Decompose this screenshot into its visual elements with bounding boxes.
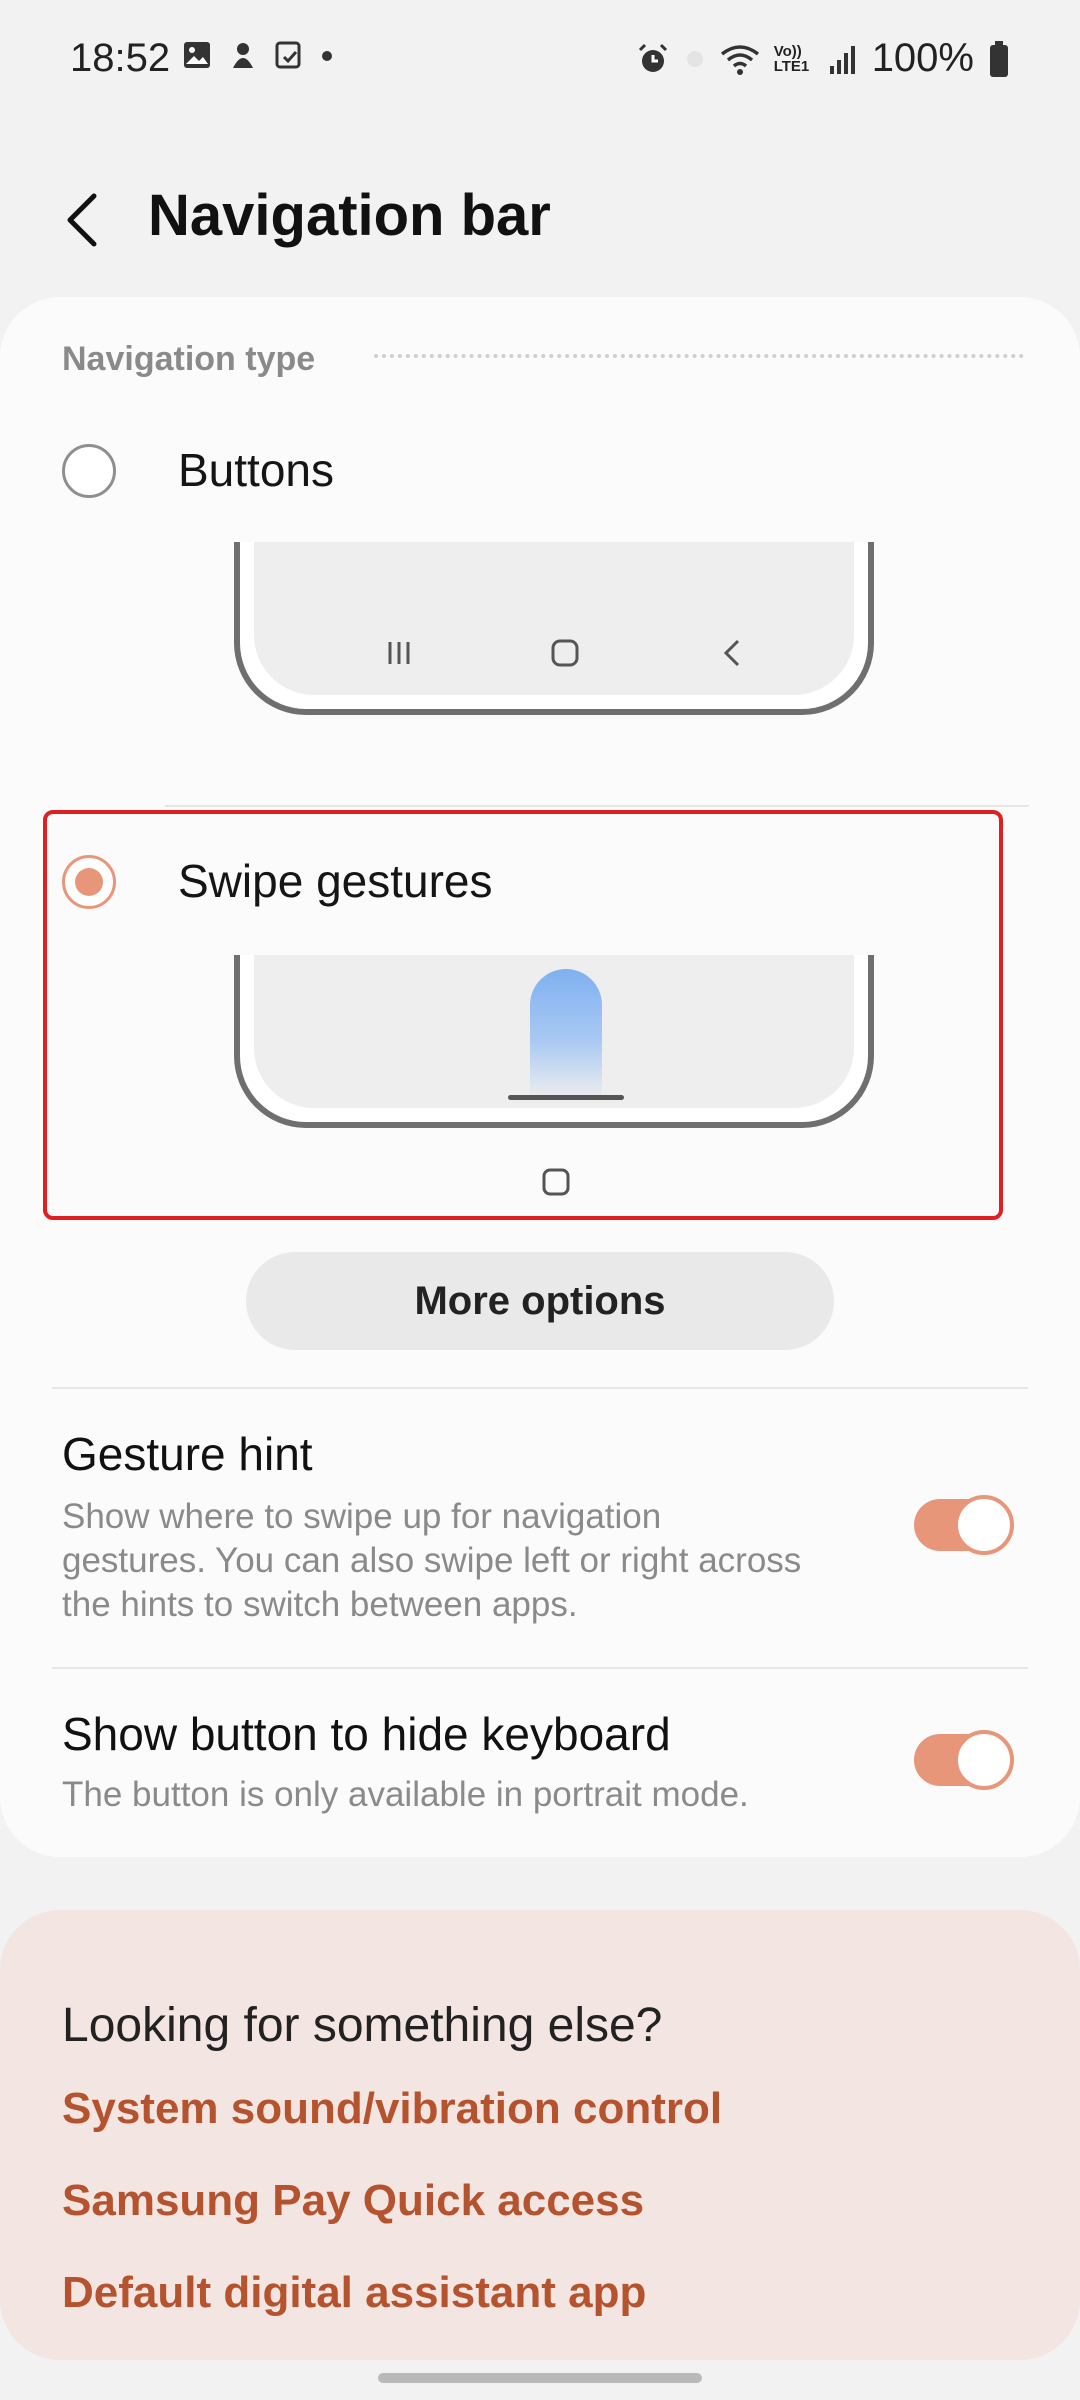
suggestion-link[interactable]: Default digital assistant app: [62, 2268, 646, 2318]
battery-percent: 100%: [871, 36, 974, 80]
suggestions-title: Looking for something else?: [62, 1999, 663, 2052]
suggestion-link[interactable]: System sound/vibration control: [62, 2084, 722, 2134]
alarm-icon: [638, 43, 667, 72]
option-label-buttons: Buttons: [178, 444, 334, 496]
section-header: Navigation type: [62, 340, 316, 378]
notification-icons: [182, 40, 334, 70]
highlight-box: [43, 810, 1003, 1220]
gesture-hint-description: Show where to swipe up for navigation ge…: [62, 1497, 802, 1624]
radio-buttons[interactable]: [62, 444, 116, 498]
toggle-knob: [954, 1495, 1014, 1555]
page-title: Navigation bar: [148, 183, 551, 248]
dot-icon: [322, 51, 332, 61]
gesture-hint-title: Gesture hint: [62, 1428, 313, 1480]
gesture-home-bar[interactable]: [378, 2373, 702, 2383]
chevron-left-icon[interactable]: [58, 190, 108, 250]
buttons-preview[interactable]: [234, 542, 874, 715]
system-status: Vo)) LTE1 100%: [636, 36, 1010, 81]
hide-keyboard-title: Show button to hide keyboard: [62, 1708, 671, 1760]
status-bar: 18:52 Vo)) LTE1 100%: [0, 0, 1080, 120]
dnd-icon: [686, 50, 703, 67]
bixby-icon: [233, 43, 253, 68]
screenshot-icon: [275, 41, 301, 69]
back-nav-icon: [723, 639, 740, 667]
settings-divider: [52, 1667, 1028, 1669]
toggle-knob: [954, 1730, 1014, 1790]
app-header: Navigation bar: [0, 170, 1080, 270]
status-time: 18:52: [70, 36, 171, 80]
option-divider: [165, 805, 1029, 807]
recents-icon: [388, 642, 410, 664]
signal-icon: [829, 45, 855, 74]
network-type-label: Vo)) LTE1: [773, 42, 810, 75]
battery-icon: [990, 40, 1008, 77]
suggestions-card: Looking for something else? System sound…: [0, 1910, 1080, 2360]
suggestion-link[interactable]: Samsung Pay Quick access: [62, 2176, 644, 2226]
wifi-icon: [720, 44, 759, 75]
more-options-button[interactable]: More options: [246, 1252, 834, 1350]
gallery-icon: [184, 42, 210, 68]
hide-keyboard-description: The button is only available in portrait…: [62, 1775, 749, 1814]
gesture-hint-toggle[interactable]: [914, 1495, 1014, 1555]
settings-card: Navigation type Buttons Swipe gestures M…: [0, 297, 1080, 1857]
section-divider: [374, 354, 1024, 358]
home-icon: [551, 639, 579, 667]
settings-divider: [52, 1387, 1028, 1389]
preview-screen: [254, 542, 854, 695]
hide-keyboard-toggle[interactable]: [914, 1730, 1014, 1790]
